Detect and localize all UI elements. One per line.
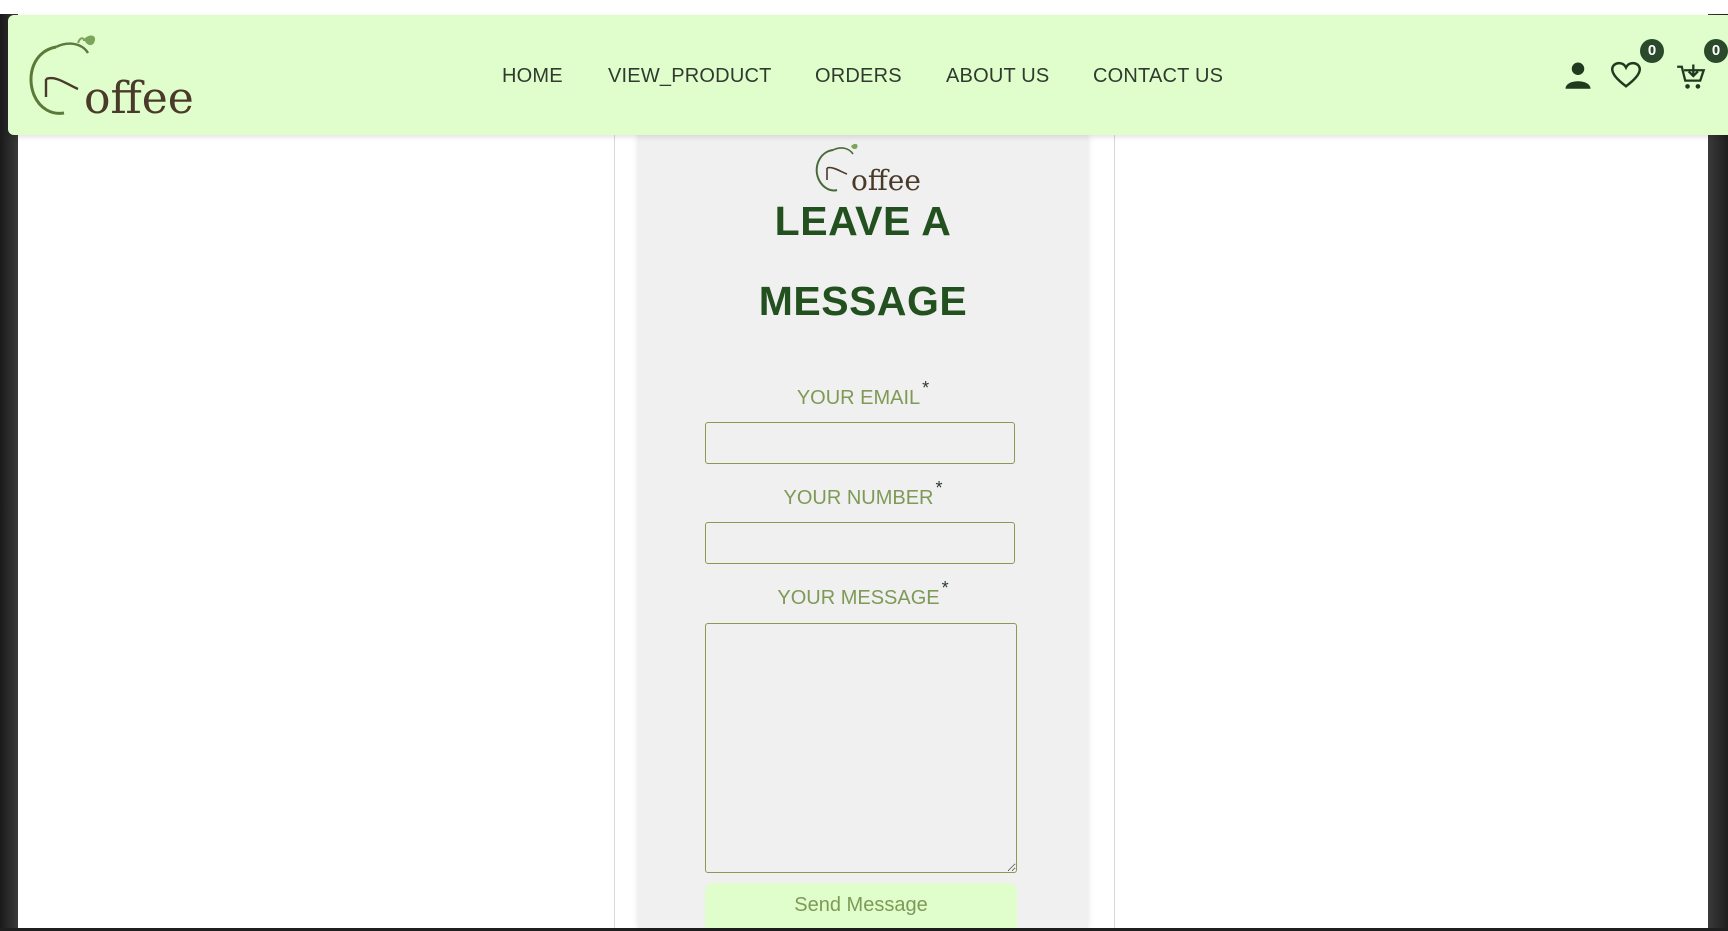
window-left-edge [0,0,18,931]
message-label: YOUR MESSAGE * [638,578,1088,610]
email-label-text: YOUR EMAIL [796,387,921,409]
cart-count-badge: 0 [1704,39,1728,63]
nav-view-product[interactable]: VIEW_PRODUCT [608,63,772,89]
form-heading-line2: MESSAGE [758,278,968,324]
nav-links: HOME VIEW_PRODUCT ORDERS ABOUT US CONTAC… [8,15,1728,135]
required-marker: * [935,478,943,498]
user-icon[interactable] [1563,60,1593,90]
message-textarea[interactable] [705,623,1017,873]
required-marker: * [941,578,949,598]
send-message-button[interactable]: Send Message [705,883,1017,928]
cart-icon[interactable] [1676,62,1706,90]
form-heading-line1: LEAVE A [774,198,952,244]
nav-home[interactable]: HOME [502,63,563,89]
wishlist-count-badge: 0 [1640,39,1664,63]
number-label: YOUR NUMBER * [638,478,1088,510]
card-logo-text: offee [851,164,921,197]
number-label-text: YOUR NUMBER [783,487,934,509]
nav-contact-us[interactable]: CONTACT US [1093,63,1223,89]
email-label: YOUR EMAIL * [638,378,1088,410]
window-right-edge [1708,0,1728,931]
email-field[interactable] [705,422,1015,464]
top-strip [0,0,1728,14]
nav-orders[interactable]: ORDERS [815,63,902,89]
message-label-text: YOUR MESSAGE [777,587,940,609]
heart-icon[interactable] [1611,61,1641,89]
contact-card: offee LEAVE A MESSAGE YOUR EMAIL * YOUR N… [638,135,1088,928]
number-field[interactable] [705,522,1015,564]
nav-about-us[interactable]: ABOUT US [946,63,1049,89]
navbar: offee HOME VIEW_PRODUCT ORDERS ABOUT US … [8,15,1728,135]
required-marker: * [922,378,930,398]
